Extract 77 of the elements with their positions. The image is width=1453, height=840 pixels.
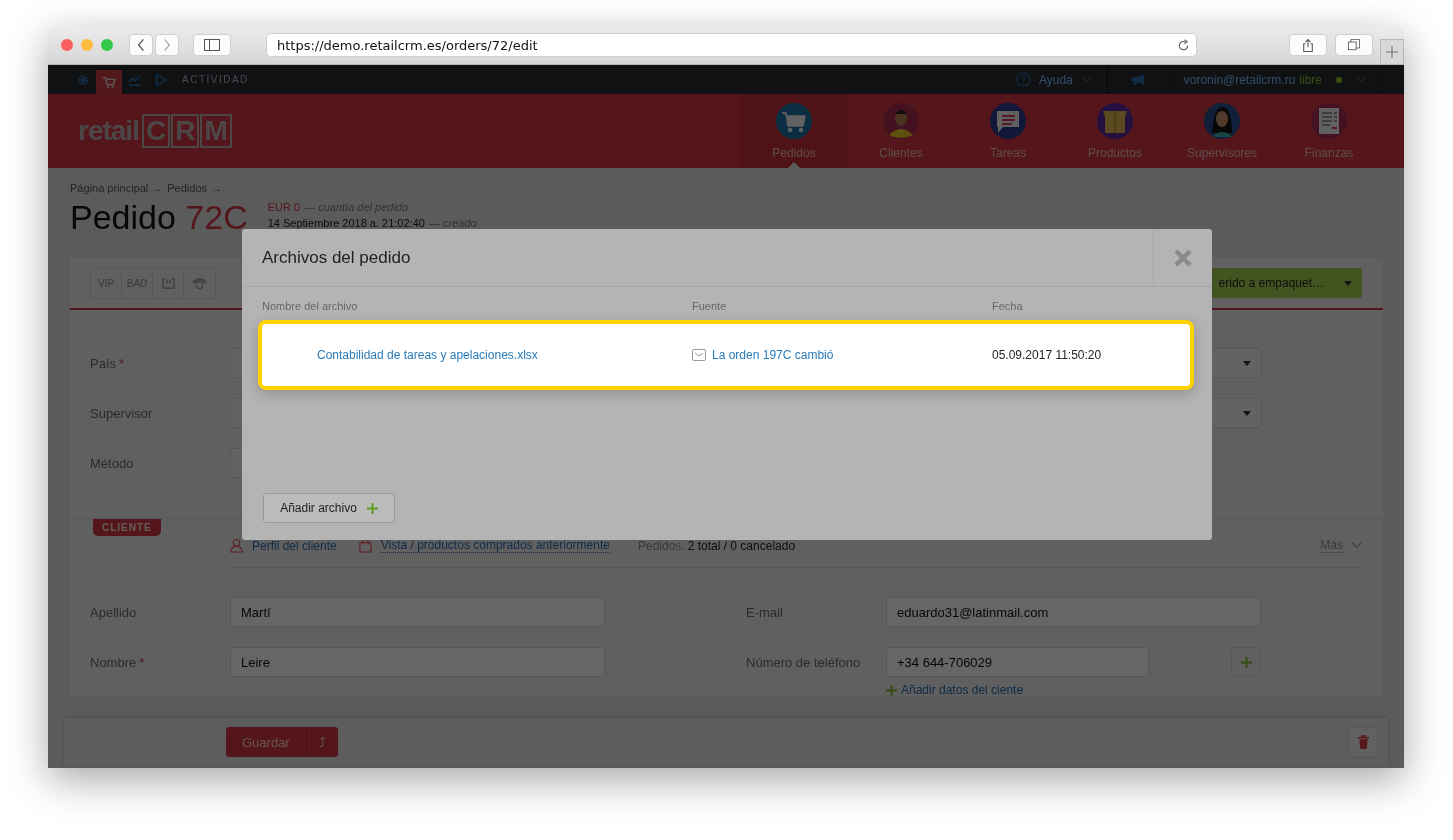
plus-icon (366, 502, 378, 514)
source-link[interactable]: La orden 197C cambió (712, 348, 834, 362)
share-icon (1302, 37, 1314, 53)
cart-icon (102, 75, 116, 89)
address-bar[interactable]: https://demo.retailcrm.es/orders/72/edit (266, 33, 1197, 57)
sidebar-button[interactable] (193, 34, 231, 56)
window-control-dot[interactable] (61, 39, 73, 51)
person-icon (1204, 103, 1240, 139)
trash-icon (1356, 734, 1370, 750)
order-sum: EUR 0 (267, 201, 301, 213)
nav-tab[interactable]: Pedidos (740, 94, 847, 168)
input-field[interactable]: Leire (230, 647, 605, 677)
phone-icon (192, 276, 207, 290)
plus-icon (1240, 656, 1252, 668)
save-options-button[interactable]: ⤴ (305, 727, 338, 757)
breadcrumb-link[interactable]: Pedidos (167, 182, 208, 194)
box-icon (1097, 103, 1133, 139)
table-cell: 05.09.2017 11:50:20 (992, 348, 1102, 362)
breadcrumb-link[interactable]: Página principal (70, 182, 149, 194)
add-phone-button[interactable] (1231, 647, 1261, 677)
required-mark: * (139, 654, 145, 670)
envelope-icon (692, 349, 706, 361)
file-link[interactable]: Contabilidad de tareas y apelaciones.xlsx (317, 348, 692, 362)
close-icon (1173, 247, 1193, 268)
document-icon (1311, 103, 1347, 139)
back-button[interactable] (129, 34, 153, 56)
breadcrumb-separator: → (211, 182, 223, 194)
page-title: Pedido 72C (70, 197, 248, 237)
delete-button[interactable] (1348, 727, 1378, 757)
add-data-link[interactable]: Añadir datos del ciente (886, 683, 1262, 697)
orders-count: 2 total / 0 cancelado (687, 538, 796, 553)
bracket-icon (161, 277, 175, 289)
forward-button[interactable] (155, 34, 179, 56)
online-dot (1336, 76, 1342, 83)
bag-icon (358, 538, 372, 553)
created-date: 14 Septiembre 2018 a. 21:02:40 (267, 217, 425, 229)
chevron-down-icon (1351, 542, 1362, 549)
back-icon (137, 38, 145, 52)
forward-icon (163, 38, 171, 52)
caret-icon (1344, 280, 1352, 286)
window-control-dot[interactable] (101, 39, 113, 51)
file-row[interactable]: Contabilidad de tareas y apelaciones.xlsx La orden 197C cambió 05.09.2017 11:50:20 (258, 320, 1194, 390)
section-tag: CLIENTE (93, 519, 161, 536)
activity-tab[interactable]: ACTIVIDAD (182, 65, 249, 94)
breadcrumb-separator: → (152, 182, 164, 194)
tabs-button[interactable] (1335, 34, 1373, 56)
column-header: Fecha (992, 300, 1023, 312)
input-field[interactable]: +34 644-706029 (886, 647, 1149, 677)
add-file-button[interactable]: Añadir archivo (263, 493, 395, 523)
window-control-dot[interactable] (81, 39, 93, 51)
sidebar-icon (204, 39, 220, 51)
tabs-icon (1348, 39, 1360, 51)
new-tab-button[interactable] (1380, 39, 1404, 64)
play-icon (154, 72, 168, 87)
person-icon (230, 538, 243, 553)
share-button[interactable] (1289, 34, 1327, 56)
column-header: Fuente (692, 300, 728, 312)
input-field[interactable]: Martí (230, 597, 605, 627)
url-text: https://demo.retailcrm.es/orders/72/edit (277, 37, 538, 53)
megaphone-icon (1129, 73, 1147, 86)
cart-icon (776, 103, 812, 139)
plus-icon (886, 684, 897, 696)
profile-link[interactable]: Perfil del cliente (230, 538, 337, 553)
input-field[interactable]: eduardo31@latinmail.com (886, 597, 1261, 627)
caret-icon (1243, 360, 1251, 366)
person-icon (883, 103, 919, 139)
column-header: Nombre del archivo (262, 300, 359, 312)
chat-icon (990, 103, 1026, 139)
plus-icon (1386, 46, 1398, 58)
top-nav-tab[interactable] (96, 70, 122, 94)
dialog-title: Archivos del pedido (261, 247, 411, 268)
help-icon (1015, 72, 1031, 87)
settings-icon (76, 72, 90, 87)
reload-icon (1177, 38, 1190, 52)
required-mark: * (119, 355, 125, 371)
caret-icon (1243, 410, 1251, 416)
chart-icon (128, 72, 142, 87)
